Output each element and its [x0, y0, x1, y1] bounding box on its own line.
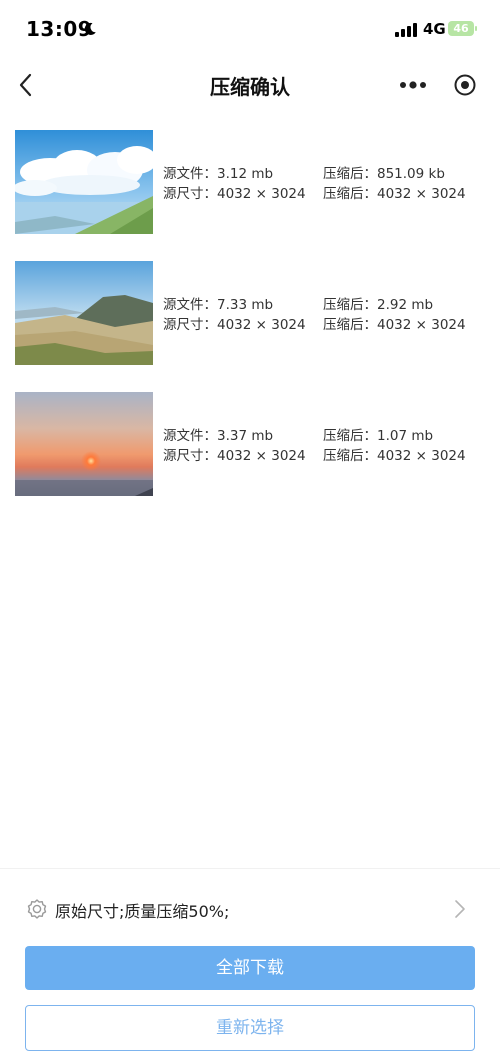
reselect-button[interactable]: 重新选择: [25, 1005, 475, 1051]
source-info: 源文件：7.33 mb 源尺寸：4032 × 3024: [163, 296, 306, 335]
thumbnail-mountain-grass[interactable]: [15, 261, 153, 365]
more-dots-icon[interactable]: [399, 81, 427, 89]
source-dimensions: 源尺寸：4032 × 3024: [163, 316, 306, 333]
compressed-info: 压缩后：2.92 mb 压缩后：4032 × 3024: [323, 296, 466, 335]
source-dimensions: 源尺寸：4032 × 3024: [163, 447, 306, 464]
record-target-icon[interactable]: [453, 73, 477, 97]
compressed-info: 压缩后：851.09 kb 压缩后：4032 × 3024: [323, 165, 466, 204]
thumbnail-sunset[interactable]: [15, 392, 153, 496]
network-label: 4G: [423, 20, 446, 38]
image-row: 源文件：3.37 mb 源尺寸：4032 × 3024 压缩后：1.07 mb …: [15, 392, 485, 496]
compressed-file-size: 压缩后：2.92 mb: [323, 297, 434, 313]
compressed-file-size: 压缩后：1.07 mb: [323, 428, 434, 444]
chevron-right-icon: [455, 900, 465, 918]
thumbnail-sky-clouds[interactable]: [15, 130, 153, 234]
settings-label: 原始尺寸;质量压缩50%;: [55, 902, 230, 921]
compression-settings-row[interactable]: 原始尺寸;质量压缩50%;: [0, 885, 500, 933]
moon-icon: [84, 22, 96, 35]
divider: [0, 868, 500, 869]
download-all-button[interactable]: 全部下载: [25, 946, 475, 990]
compressed-dimensions: 压缩后：4032 × 3024: [323, 185, 466, 202]
status-bar: 13:09 4G 46: [0, 0, 500, 60]
compressed-info: 压缩后：1.07 mb 压缩后：4032 × 3024: [323, 427, 466, 466]
source-file-size: 源文件：3.12 mb: [163, 166, 274, 182]
compressed-dimensions: 压缩后：4032 × 3024: [323, 447, 466, 464]
source-file-size: 源文件：7.33 mb: [163, 297, 274, 313]
image-row: 源文件：3.12 mb 源尺寸：4032 × 3024 压缩后：851.09 k…: [15, 130, 485, 234]
source-info: 源文件：3.12 mb 源尺寸：4032 × 3024: [163, 165, 306, 204]
source-info: 源文件：3.37 mb 源尺寸：4032 × 3024: [163, 427, 306, 466]
compressed-dimensions: 压缩后：4032 × 3024: [323, 316, 466, 333]
battery-icon: 46: [448, 21, 477, 36]
image-row: 源文件：7.33 mb 源尺寸：4032 × 3024 压缩后：2.92 mb …: [15, 261, 485, 365]
nav-bar: 压缩确认: [0, 60, 500, 110]
gear-icon: [27, 899, 47, 919]
compressed-file-size: 压缩后：851.09 kb: [323, 166, 445, 182]
battery-level: 46: [453, 22, 469, 35]
signal-icon: [395, 23, 419, 37]
source-file-size: 源文件：3.37 mb: [163, 428, 274, 444]
source-dimensions: 源尺寸：4032 × 3024: [163, 185, 306, 202]
